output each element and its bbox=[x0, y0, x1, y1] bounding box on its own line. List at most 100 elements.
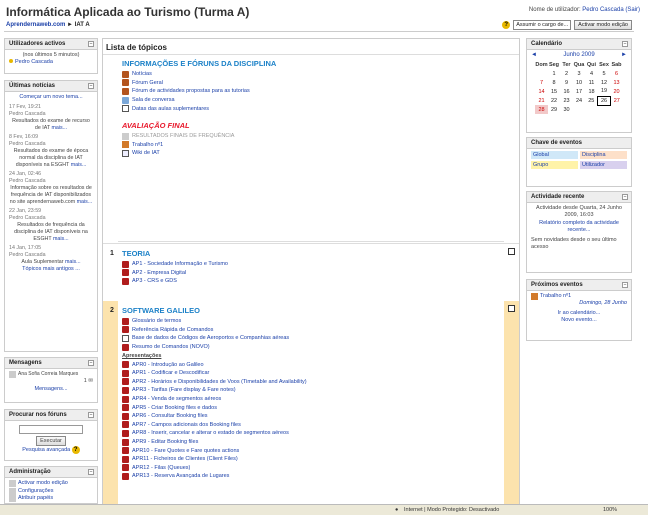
activity-link[interactable]: Fórum de actividades propostas para as t… bbox=[132, 88, 250, 94]
activity-item[interactable]: APR9 - Editar Booking files bbox=[122, 438, 504, 447]
calendar-day[interactable]: 22 bbox=[548, 96, 561, 105]
activity-item[interactable]: Resumo de Comandos (NOVO) bbox=[122, 343, 504, 352]
activity-item[interactable]: Referência Rápida de Comandos bbox=[122, 326, 504, 335]
activity-item[interactable]: Glossário de termos bbox=[122, 317, 504, 326]
collapse-icon[interactable]: – bbox=[88, 360, 94, 366]
activity-item[interactable]: Fórum Geral bbox=[122, 79, 504, 88]
event-key-item[interactable]: Global bbox=[531, 151, 578, 159]
activity-item[interactable]: Datas das aulas suplementares bbox=[122, 104, 504, 113]
news-more-link[interactable]: mais... bbox=[71, 162, 87, 168]
calendar-day[interactable]: 27 bbox=[610, 96, 623, 105]
activity-item[interactable]: AP2 - Empresa Digital bbox=[122, 269, 504, 278]
calendar-day[interactable]: 30 bbox=[560, 105, 573, 114]
calendar-day[interactable]: 29 bbox=[548, 105, 561, 114]
activity-item[interactable]: Sala de conversa bbox=[122, 96, 504, 105]
activity-item[interactable]: AP1 - Sociedade Informação e Turismo bbox=[122, 260, 504, 269]
calendar-day[interactable]: 10 bbox=[573, 78, 586, 87]
activity-item[interactable]: APR12 - Filas (Queues) bbox=[122, 464, 504, 473]
admin-item[interactable]: Activar modo edição bbox=[9, 480, 93, 488]
activity-link[interactable]: AP2 - Empresa Digital bbox=[132, 270, 186, 276]
activity-link[interactable]: Trabalho nº1 bbox=[132, 142, 163, 148]
calendar-day[interactable]: 26 bbox=[597, 95, 611, 106]
collapse-icon[interactable]: – bbox=[622, 282, 628, 288]
activity-link[interactable]: APR7 - Campos adicionais dos Booking fil… bbox=[132, 422, 241, 428]
calendar-day[interactable]: 28 bbox=[535, 105, 548, 114]
calendar-day[interactable]: 16 bbox=[560, 87, 573, 96]
calendar-day[interactable]: 8 bbox=[548, 78, 561, 87]
online-user-link[interactable]: Pedro Cascada bbox=[15, 59, 53, 65]
activity-item[interactable]: RESULTADOS FINAIS DE FREQUÊNCIA bbox=[122, 132, 504, 141]
activity-link[interactable]: APR1 - Codificar e Descodificar bbox=[132, 370, 209, 376]
event-date[interactable]: Domingo, 28 Junho bbox=[579, 300, 627, 306]
activity-link[interactable]: APR9 - Editar Booking files bbox=[132, 439, 198, 445]
collapse-icon[interactable]: – bbox=[88, 41, 94, 47]
activity-item[interactable]: APR13 - Reserva Avançada de Lugares bbox=[122, 472, 504, 481]
activity-link[interactable]: APR4 - Venda de segmentos aéreos bbox=[132, 396, 221, 402]
activity-link[interactable]: APR8 - Inserir, cancelar e alterar o est… bbox=[132, 430, 289, 436]
event-link[interactable]: Trabalho nº1 bbox=[540, 293, 571, 300]
full-report-link[interactable]: Relatório completo da actividade recente… bbox=[539, 220, 619, 233]
prev-month-icon[interactable]: ◄ bbox=[531, 52, 537, 58]
edit-mode-button[interactable]: Activar modo edição bbox=[574, 20, 632, 30]
collapse-icon[interactable]: – bbox=[88, 469, 94, 475]
online-user-row[interactable]: Pedro Cascada bbox=[9, 59, 93, 66]
collapse-icon[interactable]: – bbox=[622, 194, 628, 200]
calendar-day[interactable]: 21 bbox=[535, 96, 548, 105]
news-more-link[interactable]: mais... bbox=[53, 236, 69, 242]
admin-item-link[interactable]: Atribuir papéis bbox=[18, 495, 53, 503]
calendar-day[interactable]: 12 bbox=[598, 78, 611, 87]
calendar-day[interactable]: 23 bbox=[560, 96, 573, 105]
calendar-day[interactable]: 5 bbox=[598, 69, 611, 78]
calendar-day[interactable]: 11 bbox=[585, 78, 598, 87]
calendar-day[interactable]: 14 bbox=[535, 87, 548, 96]
zoom-level[interactable]: 100% bbox=[603, 507, 617, 513]
calendar-month[interactable]: Junho 2009 bbox=[563, 52, 594, 58]
activity-item[interactable]: APR10 - Fare Quotes e Fare quotes action… bbox=[122, 446, 504, 455]
activity-item[interactable]: APR8 - Inserir, cancelar e alterar o est… bbox=[122, 429, 504, 438]
activity-item[interactable]: Wiki de IAT bbox=[122, 149, 504, 158]
activity-link[interactable]: AP3 - CRS e GDS bbox=[132, 278, 177, 284]
advanced-search-link[interactable]: Pesquisa avançada bbox=[22, 447, 70, 453]
breadcrumb-home[interactable]: Aprendernaweb.com bbox=[6, 22, 65, 28]
activity-link[interactable]: RESULTADOS FINAIS DE FREQUÊNCIA bbox=[132, 133, 234, 139]
activity-item[interactable]: Trabalho nº1 bbox=[122, 141, 504, 150]
activity-link[interactable]: APR0 - Introdução ao Galileo bbox=[132, 362, 204, 368]
messages-link[interactable]: Mensagens... bbox=[34, 386, 67, 392]
activity-item[interactable]: Fórum de actividades propostas para as t… bbox=[122, 87, 504, 96]
activity-link[interactable]: APR10 - Fare Quotes e Fare quotes action… bbox=[132, 448, 239, 454]
activity-item[interactable]: Notícias bbox=[122, 70, 504, 79]
calendar-day[interactable]: 3 bbox=[573, 69, 586, 78]
calendar-day[interactable]: 19 bbox=[598, 87, 611, 96]
admin-item-link[interactable]: Configurações bbox=[18, 488, 53, 496]
calendar-day[interactable]: 13 bbox=[610, 78, 623, 87]
collapse-icon[interactable]: – bbox=[88, 412, 94, 418]
calendar-day[interactable]: 24 bbox=[573, 96, 586, 105]
activity-link[interactable]: APR5 - Criar Booking files e dados bbox=[132, 405, 217, 411]
collapse-icon[interactable]: – bbox=[88, 83, 94, 89]
activity-link[interactable]: APR12 - Filas (Queues) bbox=[132, 465, 190, 471]
activity-item[interactable]: APR0 - Introdução ao Galileo bbox=[122, 360, 504, 369]
older-topics-link[interactable]: Tópicos mais antigos ... bbox=[22, 266, 80, 272]
activity-item[interactable]: APR11 - Ficheiros de Clientes (Client Fi… bbox=[122, 455, 504, 464]
activity-link[interactable]: Glossário de termos bbox=[132, 318, 181, 324]
news-more-link[interactable]: mais... bbox=[52, 125, 68, 131]
search-input[interactable] bbox=[19, 425, 83, 434]
help-icon[interactable]: ? bbox=[71, 446, 80, 454]
calendar-day[interactable]: 1 bbox=[548, 69, 561, 78]
activity-item[interactable]: AP3 - CRS e GDS bbox=[122, 277, 504, 286]
role-select[interactable]: Assumir o cargo de... bbox=[513, 20, 572, 30]
new-event-link[interactable]: Novo evento... bbox=[561, 317, 596, 323]
event-key-item[interactable]: Disciplina bbox=[580, 151, 627, 159]
event-key-item[interactable]: Grupo bbox=[531, 161, 578, 169]
activity-link[interactable]: AP1 - Sociedade Informação e Turismo bbox=[132, 261, 228, 267]
calendar-day[interactable]: 25 bbox=[585, 96, 598, 105]
admin-item[interactable]: Atribuir papéis bbox=[9, 495, 93, 503]
activity-item[interactable]: Base de dados de Códigos de Aeroportos e… bbox=[122, 334, 504, 343]
activity-link[interactable]: Sala de conversa bbox=[132, 97, 175, 103]
activity-item[interactable]: APR4 - Venda de segmentos aéreos bbox=[122, 395, 504, 404]
activity-item[interactable]: APR6 - Consultar Booking files bbox=[122, 412, 504, 421]
add-topic-link[interactable]: Começar um novo tema... bbox=[19, 94, 82, 100]
activity-link[interactable]: APR3 - Tarifas (Fare display & Fare note… bbox=[132, 387, 236, 393]
activity-item[interactable]: APR5 - Criar Booking files e dados bbox=[122, 403, 504, 412]
activity-link[interactable]: Notícias bbox=[132, 71, 152, 77]
